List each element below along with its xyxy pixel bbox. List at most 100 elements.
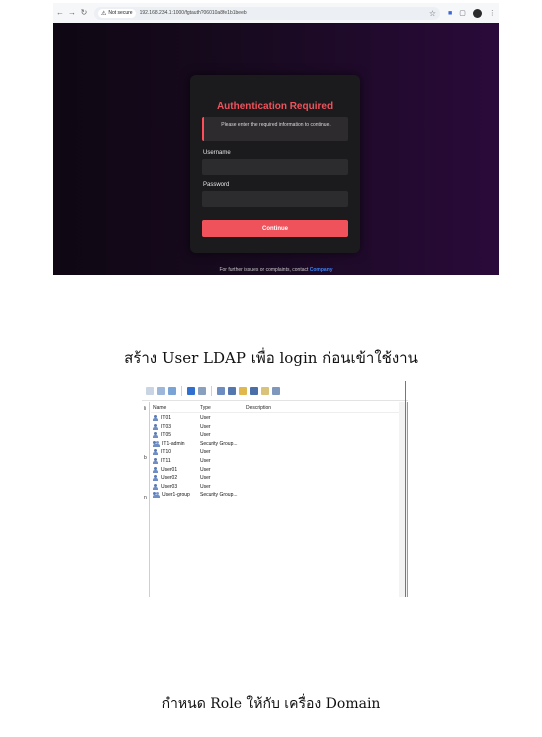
ad-toolbar	[142, 381, 408, 401]
toolbar-icons: ■ ▢ ⋮	[448, 8, 496, 18]
find-icon[interactable]	[261, 386, 269, 395]
user-icon	[153, 483, 159, 490]
list-header: Name Type Description	[151, 402, 399, 413]
object-type: User	[200, 458, 211, 464]
password-input[interactable]	[202, 191, 348, 207]
user-icon	[153, 458, 159, 464]
group-icon	[153, 492, 160, 499]
object-type: User	[200, 483, 211, 490]
tree-pane-edge: li b n	[142, 402, 150, 597]
username-label: Username	[203, 150, 231, 156]
footer-contact: For further issues or complaints, contac…	[53, 267, 499, 273]
list-item[interactable]: User03 User	[151, 483, 399, 492]
ad-users-screenshot: li b n Name Type Description IT01 User IT0…	[142, 381, 408, 597]
tree-fragment: li	[144, 406, 147, 412]
list-item[interactable]: IT03 User	[151, 423, 399, 432]
address-bar[interactable]: ⚠ Not secure 192.168.234.1:1000/fgtauth?…	[94, 6, 440, 20]
back-icon[interactable]: ←	[55, 3, 65, 23]
properties-icon[interactable]	[198, 386, 206, 395]
bookmark-star-icon[interactable]: ☆	[429, 9, 436, 18]
list-item[interactable]: IT05 User	[151, 432, 399, 440]
object-type: User	[200, 415, 211, 421]
tree-fragment: b	[144, 455, 147, 461]
user-icon	[153, 466, 159, 473]
url-text[interactable]: 192.168.234.1:1000/fgtauth?06010a8fe1b1b…	[140, 10, 247, 16]
column-description[interactable]: Description	[246, 405, 271, 411]
warning-icon: ⚠	[101, 10, 107, 17]
extension-icon[interactable]: ■	[448, 10, 452, 17]
object-name: IT11	[153, 458, 171, 464]
filter-icon[interactable]	[250, 386, 258, 395]
object-type: Security Group...	[200, 492, 238, 499]
username-input[interactable]	[202, 159, 348, 175]
auth-title: Authentication Required	[216, 101, 334, 112]
object-name: IT03	[153, 423, 172, 430]
caption-assign-domain-role: กำหนด Role ให้กับ เครื่อง Domain	[161, 696, 381, 712]
user-icon	[153, 432, 159, 439]
list-item[interactable]: User02 User	[151, 475, 399, 483]
object-type: User	[200, 466, 211, 473]
export-list-icon[interactable]	[168, 386, 176, 395]
object-name-text: User03	[161, 483, 178, 490]
object-name: IT05	[153, 432, 172, 439]
tab-search-icon[interactable]: ▢	[459, 9, 466, 17]
not-secure-badge[interactable]: ⚠ Not secure	[98, 8, 136, 18]
list-item[interactable]: IT10 User	[151, 449, 399, 457]
new-ou-icon[interactable]	[239, 386, 247, 395]
object-type: User	[200, 449, 211, 456]
toolbar-separator	[181, 385, 182, 396]
ad-object-list: Name Type Description IT01 User IT03 User IT…	[151, 402, 408, 597]
tree-fragment: n	[144, 495, 147, 501]
object-name-text: IT03	[161, 423, 172, 430]
browser-toolbar: ← → ↻ ⚠ Not secure 192.168.234.1:1000/fg…	[53, 3, 499, 23]
column-name[interactable]: Name	[153, 405, 166, 411]
password-label: Password	[203, 182, 230, 188]
new-group-icon[interactable]	[228, 386, 236, 395]
user-icon	[153, 449, 159, 456]
list-item[interactable]: IT11 User	[151, 458, 399, 466]
list-item[interactable]: User01 User	[151, 466, 399, 475]
not-secure-label: Not secure	[108, 10, 133, 16]
object-name: IT1-admin	[153, 440, 185, 447]
object-name-text: User1-group	[162, 492, 190, 499]
object-name-text: IT05	[161, 432, 172, 439]
list-item[interactable]: User1-group Security Group...	[151, 492, 399, 500]
info-message: Please enter the required information to…	[202, 117, 348, 141]
pane-divider	[405, 381, 406, 597]
object-name-text: User02	[161, 475, 178, 482]
profile-avatar-icon[interactable]	[472, 8, 482, 18]
list-item[interactable]: IT01 User	[151, 415, 399, 423]
object-name-text: IT01	[161, 415, 172, 421]
reload-icon[interactable]: ↻	[79, 3, 89, 23]
toolbar-separator	[211, 385, 212, 396]
forward-icon[interactable]: →	[67, 3, 77, 23]
object-type: User	[200, 475, 211, 482]
help-icon[interactable]	[187, 386, 195, 395]
object-name: User1-group	[153, 492, 190, 499]
menu-kebab-icon[interactable]: ⋮	[489, 9, 496, 17]
add-to-group-icon[interactable]	[272, 386, 280, 395]
login-page-background: Authentication Required Please enter the…	[53, 23, 499, 275]
list-item[interactable]: IT1-admin Security Group...	[151, 440, 399, 449]
object-name: User02	[153, 475, 178, 482]
object-name-text: User01	[161, 466, 178, 473]
object-name-text: IT11	[161, 458, 171, 464]
column-type[interactable]: Type	[200, 405, 211, 411]
company-link[interactable]: Company	[310, 267, 333, 273]
copy-icon[interactable]	[157, 386, 165, 395]
object-name-text: IT10	[161, 449, 172, 456]
object-name: User03	[153, 483, 178, 490]
browser-screenshot: ← → ↻ ⚠ Not secure 192.168.234.1:1000/fg…	[53, 3, 499, 275]
up-folder-icon[interactable]	[146, 386, 154, 395]
footer-text: For further issues or complaints, contac…	[219, 267, 310, 273]
object-type: Security Group...	[200, 440, 238, 447]
object-type: User	[200, 432, 211, 439]
continue-button[interactable]: Continue	[202, 220, 348, 237]
group-icon	[153, 440, 160, 447]
auth-card: Authentication Required Please enter the…	[190, 75, 360, 253]
object-name-text: IT1-admin	[162, 440, 185, 447]
new-user-icon[interactable]	[217, 386, 225, 395]
user-icon	[153, 423, 159, 430]
object-name: IT10	[153, 449, 172, 456]
user-icon	[153, 475, 159, 482]
